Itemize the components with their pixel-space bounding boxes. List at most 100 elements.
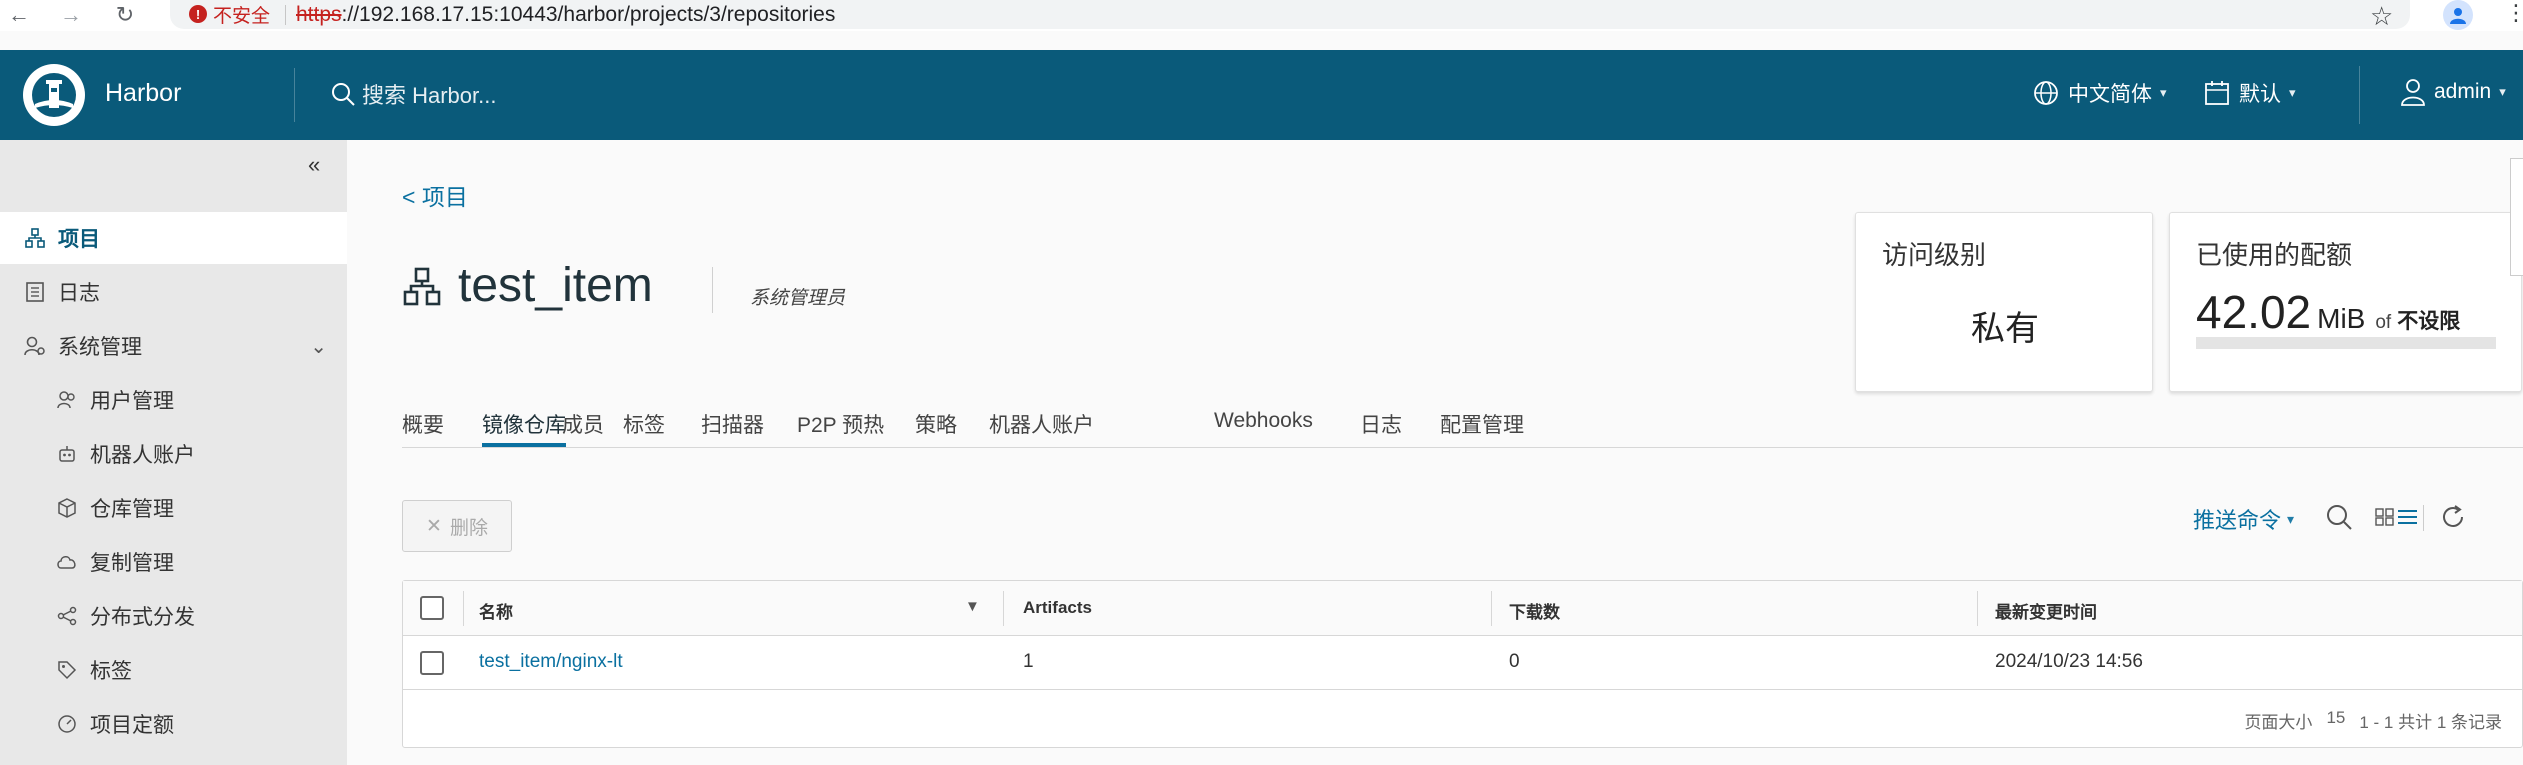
url-text[interactable]: https://192.168.17.15:10443/harbor/proje…	[296, 3, 835, 27]
global-search[interactable]: 搜索 Harbor...	[330, 78, 496, 110]
tab-9[interactable]: 日志	[1360, 409, 1402, 439]
url-path: ://192.168.17.15:10443/harbor/projects/3…	[341, 3, 836, 26]
forward-arrow-icon[interactable]: →	[58, 2, 84, 28]
bookmark-star-icon[interactable]: ☆	[2370, 1, 2393, 32]
more-menu-icon[interactable]: ⋮	[2505, 0, 2523, 26]
pagination-summary: 1 - 1 共计 1 条记录	[2359, 713, 2502, 732]
quota-icon	[56, 713, 78, 735]
sidebar-item-label: 项目定额	[90, 714, 174, 737]
sidebar-item-users[interactable]: 用户管理	[0, 374, 347, 426]
refresh-icon[interactable]	[2436, 500, 2470, 534]
column-header-artifacts[interactable]: Artifacts	[1023, 598, 1092, 618]
sidebar-item-label: 用户管理	[90, 390, 174, 413]
tab-10[interactable]: 配置管理	[1440, 409, 1524, 439]
globe-icon	[2034, 81, 2058, 105]
share-icon	[56, 605, 78, 627]
warning-icon: !	[189, 5, 207, 23]
profile-icon[interactable]	[2443, 0, 2473, 30]
registry-icon	[56, 497, 78, 519]
security-chip[interactable]: ! 不安全	[181, 2, 280, 27]
access-level-value: 私有	[1971, 310, 2039, 348]
tab-4[interactable]: 扫描器	[701, 409, 764, 439]
page-size-select[interactable]: 15	[2326, 708, 2345, 733]
sidebar-item-logs[interactable]: 日志	[0, 266, 347, 318]
repository-name-link[interactable]: test_item/nginx-lt	[479, 651, 623, 673]
project-tabs: 概要 镜像仓库 成员 标签 扫描器 P2P 预热 策略 机器人账户 Webhooks 日志 配置管理	[402, 402, 2523, 448]
robot-icon	[56, 443, 78, 465]
sidebar-item-projects[interactable]: 项目	[0, 212, 347, 264]
app-header: Harbor 搜索 Harbor... 中文简体 ▾ 默认 ▾ admin ▾	[0, 50, 2523, 140]
divider	[285, 5, 286, 25]
tab-8[interactable]: Webhooks	[1214, 409, 1313, 433]
page-size-label: 页面大小	[2244, 713, 2313, 732]
tab-3[interactable]: 标签	[623, 409, 665, 439]
language-menu[interactable]: 中文简体 ▾	[2032, 78, 2167, 108]
access-level-card: 访问级别 私有	[1855, 212, 2153, 392]
delete-button[interactable]: ✕ 删除	[402, 500, 512, 552]
project-name: test_item	[458, 259, 653, 312]
sidebar-item-label: 项目	[58, 228, 100, 251]
divider	[294, 68, 295, 122]
divider	[712, 267, 713, 313]
chevron-down-icon: ⌄	[310, 335, 327, 358]
quota-title: 已使用的配额	[2196, 240, 2353, 270]
quota-card: 已使用的配额 42.02 MiB of 不设限	[2169, 212, 2522, 392]
app-title[interactable]: Harbor	[105, 79, 181, 108]
back-arrow-icon[interactable]: ←	[6, 2, 32, 28]
log-icon	[24, 281, 46, 303]
push-command-label: 推送命令	[2193, 508, 2282, 533]
select-all-checkbox[interactable]	[420, 596, 444, 620]
push-command-dropdown[interactable]: 推送命令 ▾	[2193, 503, 2294, 535]
admin-icon	[24, 335, 46, 357]
view-toggle-icon[interactable]	[2374, 500, 2420, 534]
sidebar-item-admin[interactable]: 系统管理 ⌄	[0, 320, 347, 372]
tab-2[interactable]: 成员	[562, 409, 604, 439]
username: admin	[2434, 80, 2492, 103]
search-input[interactable]: 搜索 Harbor...	[362, 78, 496, 110]
active-tab-indicator	[482, 443, 566, 447]
project-icon	[24, 227, 46, 249]
security-label: 不安全	[213, 5, 271, 27]
row-checkbox[interactable]	[420, 651, 444, 675]
user-menu[interactable]: admin ▾	[2400, 78, 2506, 106]
tab-5[interactable]: P2P 预热	[797, 409, 884, 439]
divider	[1003, 591, 1004, 626]
sidebar-item-robot-accounts[interactable]: 机器人账户	[0, 428, 347, 480]
filter-icon[interactable]: ▼	[965, 598, 980, 615]
tag-icon	[56, 659, 78, 681]
sidebar-item-replications[interactable]: 复制管理	[0, 536, 347, 588]
sidebar-item-label: 仓库管理	[90, 498, 174, 521]
sidebar-item-label: 复制管理	[90, 552, 174, 575]
project-icon	[403, 267, 441, 305]
project-role: 系统管理员	[750, 288, 846, 309]
browser-toolbar: ← → ↻ ! 不安全 https://192.168.17.15:10443/…	[0, 0, 2523, 31]
back-to-projects-link[interactable]: < 项目	[402, 178, 468, 212]
quota-used-unit: MiB	[2317, 303, 2366, 334]
scrollbar[interactable]	[2510, 158, 2523, 276]
column-header-pulls[interactable]: 下载数	[1509, 598, 1560, 623]
chevron-down-icon: ▾	[2289, 85, 2296, 100]
table-footer: 页面大小 15 1 - 1 共计 1 条记录	[403, 691, 2522, 747]
sidebar-item-label: 系统管理	[58, 336, 142, 359]
column-header-name[interactable]: 名称	[479, 598, 513, 623]
tab-6[interactable]: 策略	[915, 409, 957, 439]
collapse-sidebar-icon[interactable]: «	[308, 152, 320, 178]
tab-0[interactable]: 概要	[402, 409, 444, 439]
search-icon[interactable]	[2322, 500, 2356, 534]
sidebar-item-registries[interactable]: 仓库管理	[0, 482, 347, 534]
table-header: 名称 ▼ Artifacts 下载数 最新变更时间	[403, 581, 2522, 636]
harbor-logo-icon[interactable]	[23, 64, 85, 126]
tab-1[interactable]: 镜像仓库	[482, 409, 566, 439]
column-header-updated[interactable]: 最新变更时间	[1995, 598, 2097, 623]
access-level-title: 访问级别	[1882, 240, 1987, 270]
last-modified-time: 2024/10/23 14:56	[1995, 651, 2143, 672]
sidebar-item-label: 标签	[90, 660, 132, 683]
delete-label: 删除	[449, 517, 488, 539]
tab-7[interactable]: 机器人账户	[989, 409, 1094, 439]
sidebar-item-project-quotas[interactable]: 项目定额	[0, 698, 347, 750]
quota-progress-bar	[2196, 337, 2496, 349]
reload-icon[interactable]: ↻	[112, 2, 138, 28]
sidebar-item-labels[interactable]: 标签	[0, 644, 347, 696]
sidebar-item-distributions[interactable]: 分布式分发	[0, 590, 347, 642]
theme-menu[interactable]: 默认 ▾	[2203, 78, 2296, 108]
